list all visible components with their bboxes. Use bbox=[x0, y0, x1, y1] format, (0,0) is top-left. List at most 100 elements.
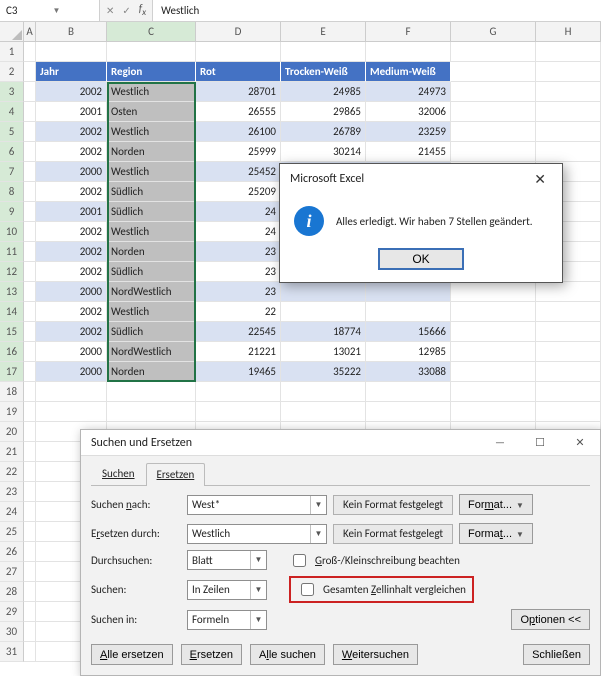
row-head[interactable]: 23 bbox=[0, 482, 24, 502]
name-box[interactable]: C3 ▼ bbox=[0, 0, 100, 21]
cell[interactable]: NordWestlich bbox=[107, 282, 196, 302]
close-button[interactable]: Schließen bbox=[523, 644, 590, 665]
cell[interactable]: Westlich bbox=[107, 122, 196, 142]
cell[interactable] bbox=[451, 302, 536, 322]
row-head[interactable]: 15 bbox=[0, 322, 24, 342]
cell[interactable]: 33088 bbox=[366, 362, 451, 382]
cell[interactable] bbox=[24, 542, 36, 562]
replace-input[interactable]: Westlich ▼ bbox=[187, 524, 327, 544]
row-head[interactable]: 3 bbox=[0, 82, 24, 102]
cell[interactable] bbox=[24, 442, 36, 462]
cell[interactable]: 24 bbox=[196, 202, 281, 222]
cell[interactable]: 2000 bbox=[36, 162, 107, 182]
select-all-corner[interactable] bbox=[0, 22, 24, 41]
cell[interactable] bbox=[24, 402, 36, 422]
confirm-icon[interactable]: ✓ bbox=[122, 4, 130, 17]
fx-icon[interactable]: fx bbox=[139, 2, 146, 18]
col-head-a[interactable]: A bbox=[24, 22, 36, 41]
cell[interactable] bbox=[24, 622, 36, 642]
row-head[interactable]: 12 bbox=[0, 262, 24, 282]
cell[interactable]: Südlich bbox=[107, 182, 196, 202]
cell[interactable] bbox=[24, 122, 36, 142]
cell[interactable]: Südlich bbox=[107, 202, 196, 222]
cell[interactable]: 25452 bbox=[196, 162, 281, 182]
replace-format-button[interactable]: Format...▼ bbox=[459, 523, 533, 544]
find-format-button[interactable]: Format...▼ bbox=[459, 494, 533, 515]
cell[interactable]: Südlich bbox=[107, 322, 196, 342]
cell[interactable]: Norden bbox=[107, 142, 196, 162]
cell[interactable]: 21221 bbox=[196, 342, 281, 362]
row-head[interactable]: 30 bbox=[0, 622, 24, 642]
row-head[interactable]: 19 bbox=[0, 402, 24, 422]
cell[interactable]: 2001 bbox=[36, 202, 107, 222]
cell[interactable] bbox=[107, 382, 196, 402]
col-head-c[interactable]: C bbox=[107, 22, 196, 41]
cell[interactable]: Norden bbox=[107, 362, 196, 382]
cell[interactable] bbox=[196, 402, 281, 422]
cancel-icon[interactable]: ✕ bbox=[106, 4, 114, 17]
cell[interactable] bbox=[24, 62, 36, 82]
cell[interactable] bbox=[24, 382, 36, 402]
ok-button[interactable]: OK bbox=[378, 248, 464, 270]
cell[interactable] bbox=[24, 462, 36, 482]
cell[interactable]: 23259 bbox=[366, 122, 451, 142]
cell[interactable] bbox=[24, 202, 36, 222]
cell[interactable] bbox=[36, 382, 107, 402]
cell[interactable] bbox=[24, 82, 36, 102]
cell[interactable] bbox=[366, 42, 451, 62]
cell[interactable] bbox=[36, 402, 107, 422]
cell[interactable]: 2002 bbox=[36, 242, 107, 262]
row-head[interactable]: 4 bbox=[0, 102, 24, 122]
row-head[interactable]: 6 bbox=[0, 142, 24, 162]
cell[interactable] bbox=[24, 242, 36, 262]
cell[interactable]: 22 bbox=[196, 302, 281, 322]
cell[interactable]: 2000 bbox=[36, 282, 107, 302]
lookin-select[interactable]: Formeln ▼ bbox=[187, 610, 267, 630]
cell[interactable]: Westlich bbox=[107, 82, 196, 102]
cell[interactable]: 30214 bbox=[281, 142, 366, 162]
cell[interactable] bbox=[451, 102, 536, 122]
cell[interactable] bbox=[24, 282, 36, 302]
cell[interactable] bbox=[536, 82, 601, 102]
cell[interactable]: 29865 bbox=[281, 102, 366, 122]
cell[interactable] bbox=[36, 42, 107, 62]
cell[interactable] bbox=[536, 342, 601, 362]
maximize-icon[interactable]: ☐ bbox=[520, 436, 560, 449]
cell[interactable] bbox=[536, 142, 601, 162]
cell[interactable]: 35222 bbox=[281, 362, 366, 382]
cell[interactable]: 23 bbox=[196, 262, 281, 282]
cell[interactable] bbox=[536, 402, 601, 422]
row-head[interactable]: 1 bbox=[0, 42, 24, 62]
cell[interactable]: 2002 bbox=[36, 182, 107, 202]
cell[interactable] bbox=[536, 382, 601, 402]
cell[interactable] bbox=[24, 182, 36, 202]
replace-all-button[interactable]: Alle ersetzen bbox=[91, 644, 173, 665]
cell[interactable] bbox=[24, 642, 36, 662]
match-case-checkbox[interactable]: Groß-/Kleinschreibung beachten bbox=[289, 551, 460, 570]
cell[interactable] bbox=[451, 322, 536, 342]
tab-find[interactable]: Suchen bbox=[91, 462, 146, 485]
cell[interactable] bbox=[536, 62, 601, 82]
name-box-dropdown-icon[interactable]: ▼ bbox=[49, 6, 100, 16]
cell[interactable]: 2002 bbox=[36, 302, 107, 322]
cell[interactable] bbox=[24, 482, 36, 502]
cell[interactable]: Norden bbox=[107, 242, 196, 262]
cell[interactable]: Osten bbox=[107, 102, 196, 122]
row-head[interactable]: 25 bbox=[0, 522, 24, 542]
cell[interactable] bbox=[536, 282, 601, 302]
cell[interactable] bbox=[536, 322, 601, 342]
cell[interactable]: 26100 bbox=[196, 122, 281, 142]
cell[interactable] bbox=[536, 122, 601, 142]
row-head[interactable]: 28 bbox=[0, 582, 24, 602]
cell[interactable] bbox=[451, 402, 536, 422]
cell[interactable] bbox=[107, 402, 196, 422]
cell[interactable] bbox=[536, 302, 601, 322]
cell[interactable] bbox=[24, 162, 36, 182]
row-head[interactable]: 20 bbox=[0, 422, 24, 442]
cell[interactable] bbox=[451, 382, 536, 402]
cell[interactable] bbox=[24, 322, 36, 342]
cell[interactable] bbox=[24, 342, 36, 362]
cell[interactable] bbox=[451, 82, 536, 102]
cell[interactable]: 25209 bbox=[196, 182, 281, 202]
checkbox-icon[interactable] bbox=[301, 583, 314, 596]
